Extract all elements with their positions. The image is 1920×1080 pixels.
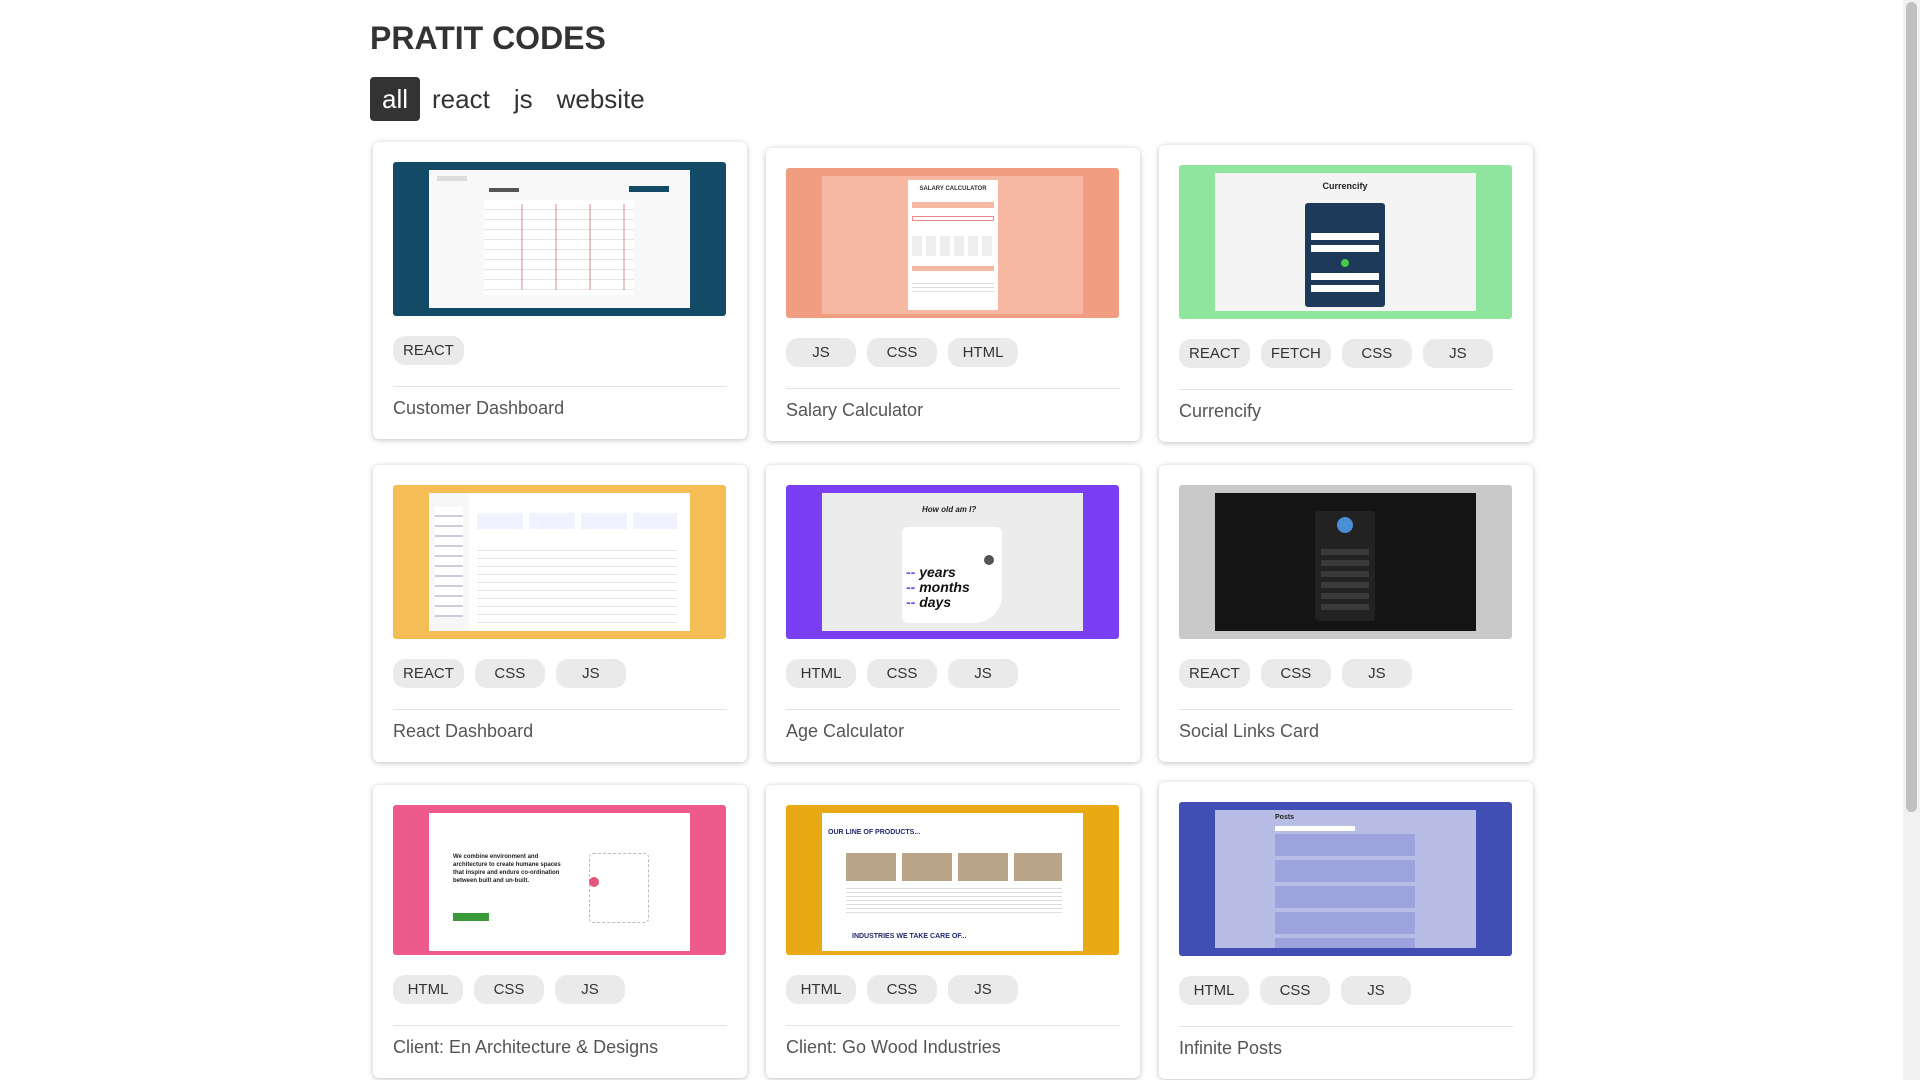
tag: HTML <box>786 975 856 1004</box>
tag: CSS <box>1260 659 1331 688</box>
tag: CSS <box>1260 976 1330 1005</box>
divider <box>393 386 727 387</box>
tag: HTML <box>786 659 856 688</box>
tag-list: REACT FETCH CSS JS <box>1179 339 1513 369</box>
tag: JS <box>948 659 1018 688</box>
project-title[interactable]: React Dashboard <box>393 721 727 742</box>
project-title[interactable]: Infinite Posts <box>1179 1038 1513 1059</box>
project-thumbnail[interactable]: SALARY CALCULATOR <box>786 168 1119 318</box>
project-thumbnail[interactable] <box>393 162 726 316</box>
tag-list: HTML CSS JS <box>786 975 1120 1005</box>
thumb-heading: Posts <box>1275 814 1295 821</box>
project-thumbnail[interactable]: We combine environment and architecture … <box>393 805 726 955</box>
tag: CSS <box>867 338 937 367</box>
project-thumbnail[interactable] <box>1179 485 1512 639</box>
project-thumbnail[interactable]: Currencify <box>1179 165 1512 319</box>
scrollbar[interactable] <box>1903 0 1920 1080</box>
divider <box>1179 389 1513 390</box>
project-title[interactable]: Client: Go Wood Industries <box>786 1037 1120 1058</box>
tag: REACT <box>393 659 464 688</box>
tag-list: REACT CSS JS <box>1179 659 1513 689</box>
thumb-heading: How old am I? <box>922 505 977 514</box>
project-card-salary-calculator[interactable]: SALARY CALCULATOR JS CSS HTML Salary Cal… <box>766 148 1140 441</box>
portfolio-page: PRATIT CODES all react js website REACT <box>0 0 1920 1080</box>
project-title[interactable]: Age Calculator <box>786 721 1120 742</box>
project-card-en-architecture[interactable]: We combine environment and architecture … <box>373 785 747 1078</box>
tag-list: HTML CSS JS <box>786 659 1120 689</box>
tag-list: REACT <box>393 336 727 366</box>
filter-all[interactable]: all <box>370 77 421 121</box>
project-title[interactable]: Currencify <box>1179 401 1513 422</box>
thumb-heading: Currencify <box>1322 181 1368 191</box>
tag: JS <box>555 975 625 1004</box>
filter-bar: all react js website <box>370 77 657 121</box>
thumb-tagline: We combine environment and architecture … <box>453 854 561 884</box>
project-title[interactable]: Salary Calculator <box>786 400 1120 421</box>
scrollbar-thumb[interactable] <box>1906 2 1917 812</box>
project-card-go-wood[interactable]: OUR LINE OF PRODUCTS... INDUSTRIES WE TA… <box>766 785 1140 1078</box>
divider <box>786 388 1120 389</box>
filter-website[interactable]: website <box>545 77 657 121</box>
project-card-currencify[interactable]: Currencify REACT FETCH CSS JS Currencify <box>1159 145 1533 442</box>
tag: JS <box>786 338 856 367</box>
tag: JS <box>1341 976 1411 1005</box>
tag: REACT <box>1179 339 1250 368</box>
tag-list: HTML CSS JS <box>1179 976 1513 1006</box>
tag: JS <box>1422 339 1493 368</box>
divider <box>393 1025 727 1026</box>
tag: JS <box>1341 659 1412 688</box>
tag: HTML <box>393 975 463 1004</box>
tag: HTML <box>948 338 1018 367</box>
tag: CSS <box>474 659 545 688</box>
tag-list: JS CSS HTML <box>786 338 1120 368</box>
project-thumbnail[interactable]: Posts <box>1179 802 1512 956</box>
tag: JS <box>948 975 1018 1004</box>
tag: REACT <box>1179 659 1250 688</box>
divider <box>786 709 1120 710</box>
tag: HTML <box>1179 976 1249 1005</box>
divider <box>1179 1026 1513 1027</box>
project-title[interactable]: Client: En Architecture & Designs <box>393 1037 727 1058</box>
project-card-social-links-card[interactable]: REACT CSS JS Social Links Card <box>1159 465 1533 762</box>
thumb-heading: SALARY CALCULATOR <box>919 186 987 192</box>
thumb-heading: OUR LINE OF PRODUCTS... <box>828 829 921 836</box>
filter-js[interactable]: js <box>502 77 545 121</box>
tag: CSS <box>867 659 937 688</box>
tag: FETCH <box>1260 339 1331 368</box>
project-card-react-dashboard[interactable]: REACT CSS JS React Dashboard <box>373 465 747 762</box>
tag-list: HTML CSS JS <box>393 975 727 1005</box>
project-thumbnail[interactable]: OUR LINE OF PRODUCTS... INDUSTRIES WE TA… <box>786 805 1119 955</box>
tag: CSS <box>1341 339 1412 368</box>
project-title[interactable]: Customer Dashboard <box>393 398 727 419</box>
divider <box>786 1025 1120 1026</box>
project-card-infinite-posts[interactable]: Posts HTML CSS JS Infinite Posts <box>1159 782 1533 1079</box>
project-title[interactable]: Social Links Card <box>1179 721 1513 742</box>
filter-react[interactable]: react <box>420 77 502 121</box>
page-title: PRATIT CODES <box>370 20 606 56</box>
project-card-customer-dashboard[interactable]: REACT Customer Dashboard <box>373 142 747 439</box>
project-thumbnail[interactable]: How old am I? -- years -- months -- days <box>786 485 1119 639</box>
project-thumbnail[interactable] <box>393 485 726 639</box>
tag: CSS <box>474 975 544 1004</box>
tag: CSS <box>867 975 937 1004</box>
tag-list: REACT CSS JS <box>393 659 727 689</box>
tag: REACT <box>393 336 464 365</box>
thumb-subheading: INDUSTRIES WE TAKE CARE OF... <box>852 933 967 940</box>
divider <box>1179 709 1513 710</box>
divider <box>393 709 727 710</box>
project-card-age-calculator[interactable]: How old am I? -- years -- months -- days… <box>766 465 1140 762</box>
tag: JS <box>555 659 626 688</box>
